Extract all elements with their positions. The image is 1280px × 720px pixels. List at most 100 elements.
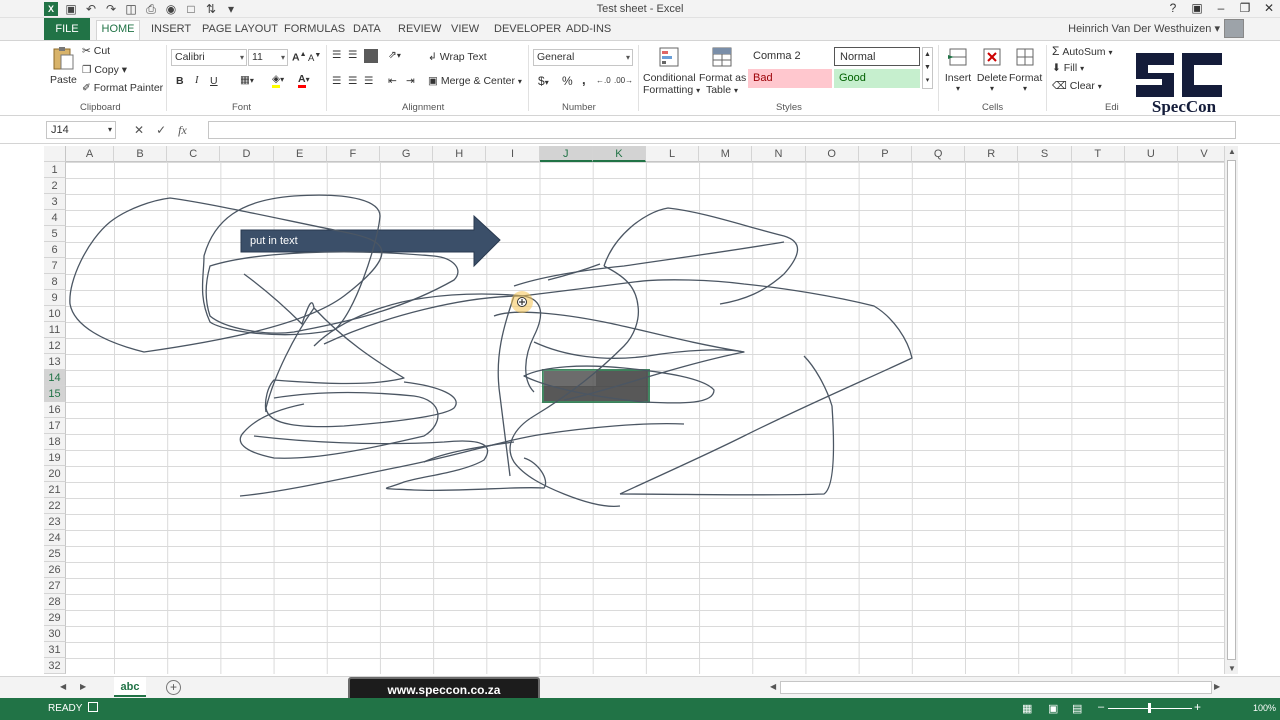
style-bad[interactable]: Bad: [748, 69, 832, 88]
copy-button[interactable]: ❐ Copy ▾: [82, 64, 127, 76]
tab-home[interactable]: HOME: [96, 20, 140, 40]
tab-developer[interactable]: DEVELOPER: [494, 21, 561, 40]
tab-data[interactable]: DATA: [353, 21, 381, 40]
tab-view[interactable]: VIEW: [451, 21, 479, 40]
close-icon[interactable]: ✕: [1262, 1, 1276, 16]
hscroll-right-icon[interactable]: ▶: [1214, 682, 1220, 691]
fill-color-button[interactable]: ◈▾: [272, 73, 284, 88]
scroll-down-icon[interactable]: ▼: [1228, 664, 1236, 673]
vertical-scroll-thumb[interactable]: [1227, 160, 1236, 660]
format-as-table-button[interactable]: Format as Table ▾: [699, 45, 746, 96]
clear-button[interactable]: ⌫ Clear ▾: [1052, 80, 1102, 92]
ink-stroke[interactable]: [497, 295, 515, 477]
scissors-icon: ✂: [82, 45, 91, 57]
grow-font-button[interactable]: A▲: [292, 51, 307, 64]
spreadsheet-grid[interactable]: ABCDEFGHIJKLMNOPQRSTUV 1 2 3 4 5 6 7 8 9 10 11 12 13…: [44, 146, 1232, 674]
bold-button[interactable]: B: [176, 75, 184, 87]
font-name-combo[interactable]: Calibri ▾: [171, 49, 247, 66]
page-break-view-icon[interactable]: ▤: [1072, 702, 1082, 715]
sheet-prev-icon[interactable]: ◀: [60, 682, 66, 691]
tab-review[interactable]: REVIEW: [398, 21, 441, 40]
increase-decimal-button[interactable]: ←.0: [596, 76, 611, 85]
ink-stroke[interactable]: [205, 251, 459, 334]
drawing-layer: put in text: [69, 194, 913, 508]
decrease-indent-button[interactable]: ⇤: [388, 75, 397, 87]
tab-add-ins[interactable]: ADD-INS: [566, 21, 611, 40]
normal-view-icon[interactable]: ▦: [1022, 702, 1032, 715]
hscroll-left-icon[interactable]: ◀: [770, 682, 776, 691]
help-icon[interactable]: ?: [1166, 1, 1180, 16]
conditional-formatting-button[interactable]: Conditional Formatting ▾: [643, 45, 700, 96]
scroll-up-icon[interactable]: ▲: [1228, 147, 1236, 156]
format-painter-button[interactable]: ✐ Format Painter: [82, 82, 163, 94]
insert-function-icon[interactable]: fx: [178, 121, 187, 139]
align-right-button[interactable]: ☰: [364, 75, 373, 87]
macro-record-icon[interactable]: [88, 702, 98, 712]
tab-file[interactable]: FILE: [44, 18, 90, 40]
restore-icon[interactable]: ❐: [1238, 1, 1252, 16]
ink-stroke[interactable]: [533, 341, 745, 359]
top-align-button[interactable]: ☰: [332, 49, 341, 61]
formula-input[interactable]: [208, 121, 1236, 139]
shrink-font-button[interactable]: A▼: [308, 52, 321, 64]
style-comma-2[interactable]: Comma 2: [748, 47, 832, 66]
zoom-in-icon[interactable]: +: [1194, 700, 1201, 714]
middle-align-button[interactable]: ☰: [348, 49, 357, 61]
ink-stroke[interactable]: [619, 355, 835, 496]
cut-button[interactable]: ✂ Cut: [82, 45, 110, 57]
zoom-slider-handle[interactable]: [1148, 703, 1151, 713]
sheet-tab-abc[interactable]: abc: [114, 677, 146, 697]
font-size-combo[interactable]: 11 ▾: [248, 49, 288, 66]
user-account[interactable]: Heinrich Van Der Westhuizen ▾: [1068, 22, 1220, 35]
increase-indent-button[interactable]: ⇥: [406, 75, 415, 87]
style-normal[interactable]: Normal: [834, 47, 920, 66]
underline-button[interactable]: U: [210, 75, 218, 87]
italic-button[interactable]: I: [195, 75, 199, 86]
ink-stroke[interactable]: [239, 391, 439, 459]
add-sheet-button[interactable]: +: [166, 680, 181, 695]
borders-button[interactable]: ▦▾: [240, 74, 254, 86]
font-color-button[interactable]: A▾: [298, 73, 310, 88]
decrease-decimal-button[interactable]: .00→: [614, 76, 633, 85]
cancel-icon[interactable]: ✕: [134, 121, 144, 139]
ink-stroke[interactable]: [265, 307, 457, 428]
align-center-button[interactable]: ☰: [348, 75, 357, 87]
percent-button[interactable]: %: [562, 74, 573, 88]
autosum-button[interactable]: Σ AutoSum ▾: [1052, 44, 1112, 58]
zoom-out-icon[interactable]: –: [1098, 701, 1104, 713]
page-layout-view-icon[interactable]: ▣: [1048, 702, 1058, 715]
wrap-text-button[interactable]: ↲ Wrap Text: [428, 51, 487, 63]
number-format-combo[interactable]: General ▾: [533, 49, 633, 66]
orientation-button[interactable]: ⇗▾: [388, 49, 401, 61]
comma-button[interactable]: ,: [582, 72, 586, 87]
name-box[interactable]: J14 ▾: [46, 121, 116, 139]
format-cells-button[interactable]: Format ▾: [1009, 45, 1042, 93]
fill-button[interactable]: ⬇ Fill ▾: [1052, 62, 1084, 74]
bottom-align-button[interactable]: [364, 49, 378, 63]
tab-formulas[interactable]: FORMULAS: [284, 21, 345, 40]
tab-insert[interactable]: INSERT: [151, 21, 191, 40]
ink-stroke[interactable]: [239, 422, 685, 497]
tab-page-layout[interactable]: PAGE LAYOUT: [202, 21, 278, 40]
ink-stroke[interactable]: [243, 273, 405, 413]
zoom-level[interactable]: 100%: [1253, 703, 1276, 713]
avatar[interactable]: [1224, 19, 1244, 38]
delete-cells-button[interactable]: Delete ▾: [976, 45, 1008, 93]
align-left-button[interactable]: ☰: [332, 75, 341, 87]
horizontal-scrollbar[interactable]: [780, 681, 1212, 694]
currency-button[interactable]: $▾: [538, 74, 549, 88]
styles-scroll[interactable]: ▲ ▼ ▾: [922, 47, 933, 89]
paste-button[interactable]: Paste: [50, 45, 77, 86]
number-group-label: Number: [562, 102, 596, 113]
style-good[interactable]: Good: [834, 69, 920, 88]
insert-cells-button[interactable]: Insert ▾: [944, 45, 972, 93]
vertical-scrollbar[interactable]: ▲ ▼: [1224, 146, 1238, 674]
ink-stroke[interactable]: [513, 241, 785, 287]
merge-center-button[interactable]: ▣ Merge & Center ▾: [428, 75, 522, 87]
sheet-next-icon[interactable]: ▶: [80, 682, 86, 691]
format-as-table-label-2-text: Table: [705, 84, 732, 96]
ribbon-display-icon[interactable]: ▣: [1190, 1, 1204, 16]
minimize-icon[interactable]: –: [1214, 1, 1228, 16]
fill-down-icon: ⬇: [1052, 62, 1061, 74]
enter-icon[interactable]: ✓: [156, 121, 166, 139]
